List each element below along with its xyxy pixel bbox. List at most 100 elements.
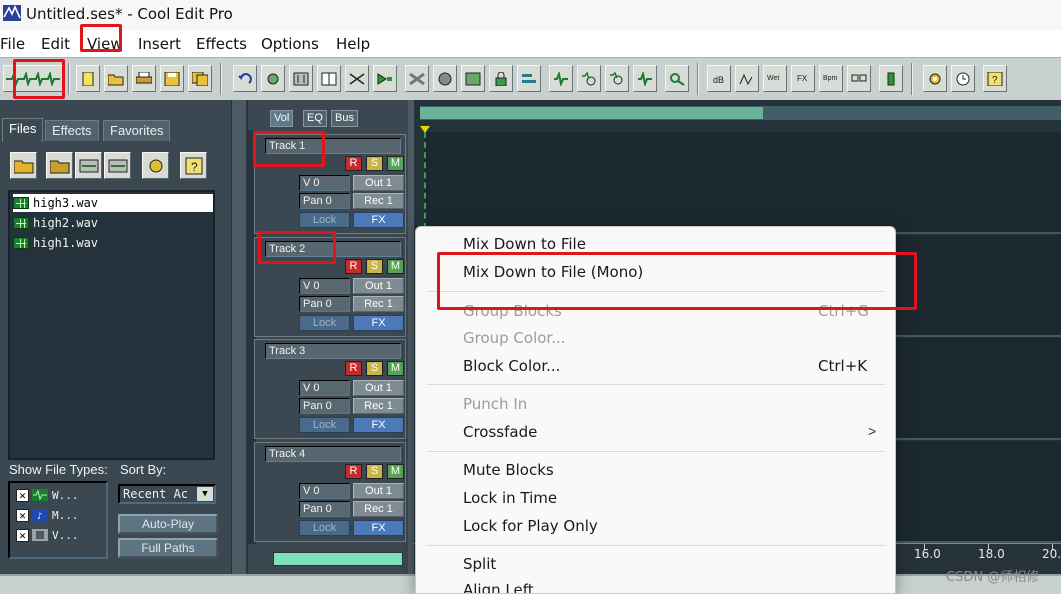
track-lane-1[interactable]	[424, 132, 1061, 234]
volume-field[interactable]: V 0	[299, 278, 350, 294]
select-button[interactable]	[549, 65, 573, 92]
menu-item-crossfade[interactable]: Crossfade	[463, 423, 537, 441]
track-button[interactable]	[461, 65, 485, 92]
toggle-waveform-view-button[interactable]	[3, 65, 63, 92]
file-type-video[interactable]: ✕ V...	[16, 526, 79, 544]
full-paths-button[interactable]: Full Paths	[118, 538, 218, 558]
tab-bus[interactable]: Bus	[331, 110, 358, 127]
track-name-field[interactable]: Track 1	[265, 138, 401, 154]
fx-button[interactable]: FX	[353, 417, 404, 433]
output-button[interactable]: Out 1	[353, 278, 404, 294]
align-button[interactable]	[517, 65, 541, 92]
envelope-button[interactable]	[373, 65, 397, 92]
insert-cue-button[interactable]	[261, 65, 285, 92]
menu-item-mute-blocks[interactable]: Mute Blocks	[463, 461, 554, 479]
print-button[interactable]	[132, 65, 156, 92]
menu-item-lock-in-time[interactable]: Lock in Time	[463, 489, 557, 507]
tab-favorites[interactable]: Favorites	[103, 120, 171, 141]
reverb-button[interactable]	[735, 65, 759, 92]
insert-into-multitrack-button[interactable]	[75, 152, 102, 179]
menu-item-mix-down-to-file-mono[interactable]: Mix Down to File (Mono)	[463, 263, 643, 281]
fx-button[interactable]: FX	[353, 315, 404, 331]
auto-play-button[interactable]: Auto-Play	[118, 514, 218, 534]
snap-to-button[interactable]	[665, 65, 689, 92]
volume-field[interactable]: V 0	[299, 175, 350, 191]
track-name-field[interactable]: Track 2	[265, 241, 401, 257]
file-list[interactable]: high3.wav high2.wav high1.wav	[8, 190, 215, 460]
output-button[interactable]: Out 1	[353, 175, 404, 191]
mute-button[interactable]: M	[387, 464, 404, 479]
pan-field[interactable]: Pan 0	[299, 398, 350, 414]
sort-by-select[interactable]: Recent Ac ▼	[118, 484, 216, 504]
menu-options[interactable]: Options	[261, 35, 319, 53]
save-all-button[interactable]	[188, 65, 212, 92]
record-arm-button[interactable]: R	[345, 156, 362, 171]
snap-button[interactable]	[317, 65, 341, 92]
lock-button[interactable]	[489, 65, 513, 92]
list-item[interactable]: high1.wav	[13, 234, 213, 252]
menu-item-align-left[interactable]: Align Left	[463, 581, 534, 593]
lock-button[interactable]: Lock	[299, 315, 350, 331]
dropdown-arrow-icon[interactable]: ▼	[197, 487, 213, 501]
wet-button[interactable]: Wet	[763, 65, 787, 92]
checkbox-checked-icon[interactable]: ✕	[16, 508, 29, 522]
undo-button[interactable]	[233, 65, 257, 92]
volume-field[interactable]: V 0	[299, 483, 350, 499]
list-item[interactable]: high3.wav	[13, 194, 213, 212]
menu-effects[interactable]: Effects	[196, 35, 247, 53]
settings-button[interactable]	[923, 65, 947, 92]
fx-button[interactable]: FX	[353, 212, 404, 228]
organizer-options-button[interactable]	[142, 152, 169, 179]
checkbox-checked-icon[interactable]: ✕	[16, 488, 29, 502]
record-input-button[interactable]: Rec 1	[353, 296, 404, 312]
crossfade-button[interactable]	[405, 65, 429, 92]
scrub-button[interactable]	[605, 65, 629, 92]
scissors-button[interactable]	[345, 65, 369, 92]
mute-button[interactable]: M	[387, 259, 404, 274]
pan-field[interactable]: Pan 0	[299, 501, 350, 517]
menu-item-mix-down-to-file[interactable]: Mix Down to File	[463, 235, 586, 253]
record-arm-button[interactable]: R	[345, 361, 362, 376]
tab-eq[interactable]: EQ	[303, 110, 327, 127]
menu-item-group-blocks[interactable]: Group Blocks	[463, 302, 562, 320]
close-file-button[interactable]	[104, 152, 131, 179]
menu-item-block-color[interactable]: Block Color...	[463, 357, 560, 375]
pan-field[interactable]: Pan 0	[299, 296, 350, 312]
lock-button[interactable]: Lock	[299, 520, 350, 536]
solo-button[interactable]: S	[366, 361, 383, 376]
record-input-button[interactable]: Rec 1	[353, 501, 404, 517]
solo-button[interactable]: S	[366, 464, 383, 479]
output-button[interactable]: Out 1	[353, 380, 404, 396]
lock-button[interactable]: Lock	[299, 212, 350, 228]
overview-scroll-thumb[interactable]	[420, 107, 763, 119]
record-input-button[interactable]: Rec 1	[353, 398, 404, 414]
mixer-button[interactable]	[289, 65, 313, 92]
tab-volume[interactable]: Vol	[270, 110, 294, 127]
pan-button[interactable]	[433, 65, 457, 92]
time-select-button[interactable]	[633, 65, 657, 92]
meter-button[interactable]	[879, 65, 903, 92]
db-button[interactable]: dB	[707, 65, 731, 92]
help-button[interactable]: ?	[983, 65, 1007, 92]
menu-item-punch-in[interactable]: Punch In	[463, 395, 527, 413]
menu-file[interactable]: File	[0, 35, 25, 53]
mute-button[interactable]: M	[387, 156, 404, 171]
tab-effects[interactable]: Effects	[45, 120, 99, 141]
fx-button[interactable]: FX	[353, 520, 404, 536]
menu-item-split[interactable]: Split	[463, 555, 496, 573]
solo-button[interactable]: S	[366, 259, 383, 274]
track-name-field[interactable]: Track 4	[265, 446, 401, 462]
checkbox-checked-icon[interactable]: ✕	[16, 528, 29, 542]
loop-button[interactable]	[847, 65, 871, 92]
track-name-field[interactable]: Track 3	[265, 343, 401, 359]
list-item[interactable]: high2.wav	[13, 214, 213, 232]
volume-field[interactable]: V 0	[299, 380, 350, 396]
menu-help[interactable]: Help	[336, 35, 370, 53]
bpm-button[interactable]: Bpm	[819, 65, 843, 92]
menu-item-group-color[interactable]: Group Color...	[463, 329, 566, 347]
file-type-wave[interactable]: ✕ W...	[16, 486, 79, 504]
zoom-button[interactable]	[577, 65, 601, 92]
overview-scrollbar[interactable]	[420, 106, 1061, 120]
record-arm-button[interactable]: R	[345, 464, 362, 479]
save-button[interactable]	[160, 65, 184, 92]
